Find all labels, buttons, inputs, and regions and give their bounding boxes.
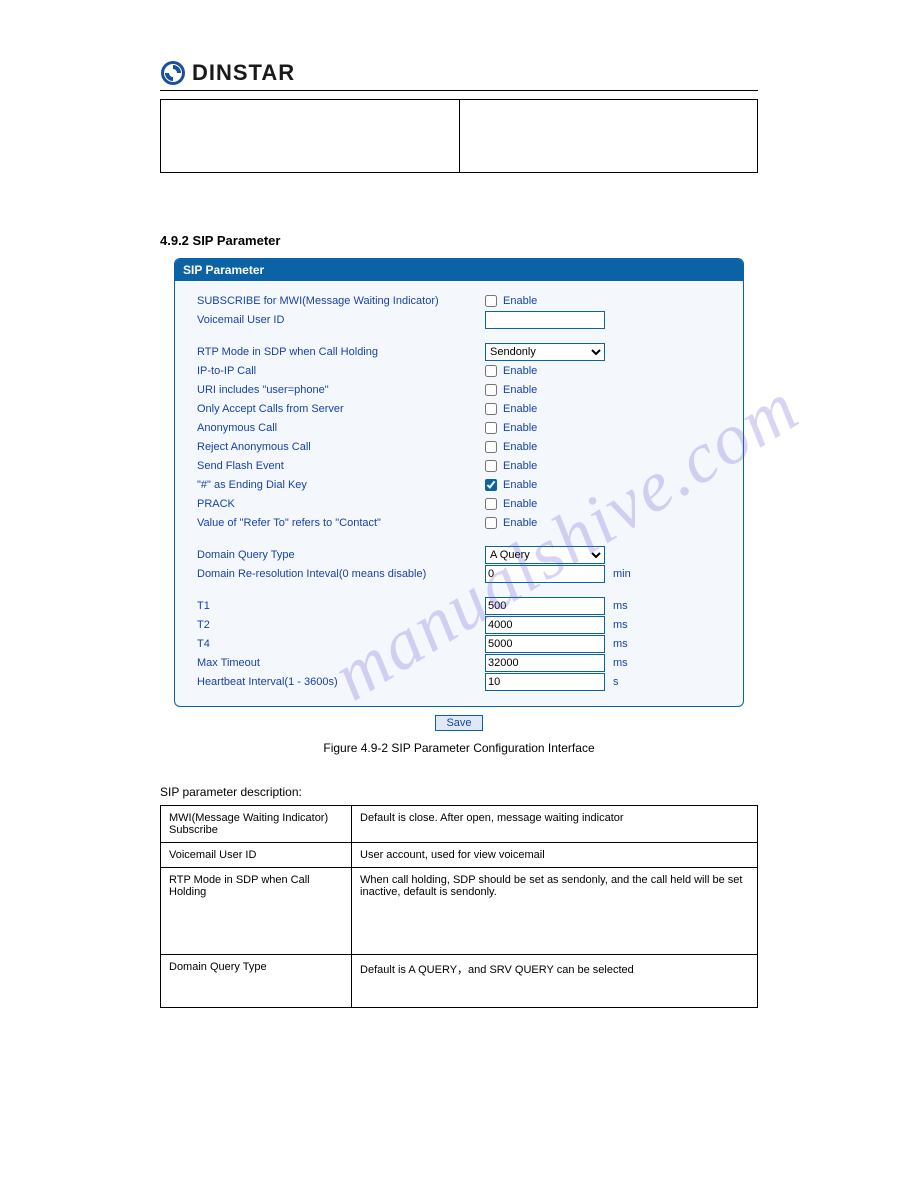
- top-table-cell-1: [161, 100, 460, 173]
- desc-cell: MWI(Message Waiting Indicator) Subscribe: [161, 806, 352, 843]
- unit-t4: ms: [613, 638, 628, 650]
- desc-table: MWI(Message Waiting Indicator) Subscribe…: [160, 805, 758, 1008]
- save-button[interactable]: Save: [435, 715, 482, 731]
- section-heading: 4.9.2 SIP Parameter: [160, 233, 758, 248]
- desc-cell: Domain Query Type: [161, 955, 352, 1008]
- row-t2: T2 ms: [197, 616, 721, 634]
- input-max-timeout[interactable]: [485, 654, 605, 672]
- input-t2[interactable]: [485, 616, 605, 634]
- unit-domain-reres: min: [613, 568, 631, 580]
- row-domain-query: Domain Query Type A Query: [197, 546, 721, 564]
- row-reject-anon: Reject Anonymous Call Enable: [197, 438, 721, 456]
- row-uri-userphone: URI includes "user=phone" Enable: [197, 381, 721, 399]
- table-row: Domain Query Type Default is A QUERY，and…: [161, 955, 758, 1008]
- checkbox-anon-call[interactable]: [485, 422, 497, 434]
- label-reject-anon: Reject Anonymous Call: [197, 441, 485, 453]
- unit-t2: ms: [613, 619, 628, 631]
- label-send-flash: Send Flash Event: [197, 460, 485, 472]
- desc-cell: Voicemail User ID: [161, 843, 352, 868]
- input-domain-reres[interactable]: [485, 565, 605, 583]
- label-domain-reres: Domain Re-resolution Inteval(0 means dis…: [197, 568, 485, 580]
- table-row: Voicemail User ID User account, used for…: [161, 843, 758, 868]
- checklabel-uri-userphone: Enable: [503, 384, 537, 396]
- label-domain-query: Domain Query Type: [197, 549, 485, 561]
- row-subscribe-mwi: SUBSCRIBE for MWI(Message Waiting Indica…: [197, 292, 721, 310]
- row-refer-contact: Value of "Refer To" refers to "Contact" …: [197, 514, 721, 532]
- label-anon-call: Anonymous Call: [197, 422, 485, 434]
- label-heartbeat: Heartbeat Interval(1 - 3600s): [197, 676, 485, 688]
- checklabel-send-flash: Enable: [503, 460, 537, 472]
- desc-cell: Default is close. After open, message wa…: [352, 806, 758, 843]
- table-row: RTP Mode in SDP when Call Holding When c…: [161, 868, 758, 955]
- label-refer-contact: Value of "Refer To" refers to "Contact": [197, 517, 485, 529]
- page-header: DINSTAR: [160, 60, 758, 91]
- row-rtp-mode: RTP Mode in SDP when Call Holding Sendon…: [197, 343, 721, 361]
- row-heartbeat: Heartbeat Interval(1 - 3600s) s: [197, 673, 721, 691]
- label-rtp-mode: RTP Mode in SDP when Call Holding: [197, 346, 485, 358]
- row-prack: PRACK Enable: [197, 495, 721, 513]
- input-t4[interactable]: [485, 635, 605, 653]
- desc-cell: Default is A QUERY，and SRV QUERY can be …: [352, 955, 758, 1008]
- checkbox-hash-end[interactable]: [485, 479, 497, 491]
- row-anon-call: Anonymous Call Enable: [197, 419, 721, 437]
- brand-logo: DINSTAR: [160, 60, 295, 86]
- checkbox-subscribe-mwi[interactable]: [485, 295, 497, 307]
- checkbox-send-flash[interactable]: [485, 460, 497, 472]
- label-ip-to-ip: IP-to-IP Call: [197, 365, 485, 377]
- row-voicemail-uid: Voicemail User ID: [197, 311, 721, 329]
- checklabel-ip-to-ip: Enable: [503, 365, 537, 377]
- label-only-accept: Only Accept Calls from Server: [197, 403, 485, 415]
- row-send-flash: Send Flash Event Enable: [197, 457, 721, 475]
- panel-title: SIP Parameter: [175, 259, 743, 281]
- checkbox-only-accept[interactable]: [485, 403, 497, 415]
- label-t2: T2: [197, 619, 485, 631]
- row-only-accept: Only Accept Calls from Server Enable: [197, 400, 721, 418]
- row-t4: T4 ms: [197, 635, 721, 653]
- desc-cell: User account, used for view voicemail: [352, 843, 758, 868]
- label-prack: PRACK: [197, 498, 485, 510]
- top-table-cell-2: [459, 100, 758, 173]
- input-t1[interactable]: [485, 597, 605, 615]
- checklabel-hash-end: Enable: [503, 479, 537, 491]
- label-subscribe-mwi: SUBSCRIBE for MWI(Message Waiting Indica…: [197, 295, 485, 307]
- checkbox-ip-to-ip[interactable]: [485, 365, 497, 377]
- checkbox-uri-userphone[interactable]: [485, 384, 497, 396]
- row-ip-to-ip: IP-to-IP Call Enable: [197, 362, 721, 380]
- checklabel-anon-call: Enable: [503, 422, 537, 434]
- checklabel-prack: Enable: [503, 498, 537, 510]
- figure-caption: Figure 4.9-2 SIP Parameter Configuration…: [160, 741, 758, 755]
- input-heartbeat[interactable]: [485, 673, 605, 691]
- label-t4: T4: [197, 638, 485, 650]
- label-uri-userphone: URI includes "user=phone": [197, 384, 485, 396]
- label-t1: T1: [197, 600, 485, 612]
- brand-icon: [160, 60, 186, 86]
- row-max-timeout: Max Timeout ms: [197, 654, 721, 672]
- checklabel-reject-anon: Enable: [503, 441, 537, 453]
- row-t1: T1 ms: [197, 597, 721, 615]
- top-empty-table: [160, 99, 758, 173]
- row-hash-end: "#" as Ending Dial Key Enable: [197, 476, 721, 494]
- checkbox-reject-anon[interactable]: [485, 441, 497, 453]
- checklabel-only-accept: Enable: [503, 403, 537, 415]
- select-rtp-mode[interactable]: Sendonly: [485, 343, 605, 361]
- checkbox-refer-contact[interactable]: [485, 517, 497, 529]
- checklabel-refer-contact: Enable: [503, 517, 537, 529]
- sip-parameter-panel: SIP Parameter SUBSCRIBE for MWI(Message …: [174, 258, 744, 707]
- row-domain-reres: Domain Re-resolution Inteval(0 means dis…: [197, 565, 721, 583]
- input-voicemail-uid[interactable]: [485, 311, 605, 329]
- label-hash-end: "#" as Ending Dial Key: [197, 479, 485, 491]
- unit-heartbeat: s: [613, 676, 619, 688]
- checklabel-subscribe-mwi: Enable: [503, 295, 537, 307]
- desc-cell: RTP Mode in SDP when Call Holding: [161, 868, 352, 955]
- select-domain-query[interactable]: A Query: [485, 546, 605, 564]
- label-max-timeout: Max Timeout: [197, 657, 485, 669]
- checkbox-prack[interactable]: [485, 498, 497, 510]
- desc-title: SIP parameter description:: [160, 785, 758, 799]
- table-row: MWI(Message Waiting Indicator) Subscribe…: [161, 806, 758, 843]
- brand-text: DINSTAR: [192, 60, 295, 86]
- desc-cell: When call holding, SDP should be set as …: [352, 868, 758, 955]
- unit-t1: ms: [613, 600, 628, 612]
- label-voicemail-uid: Voicemail User ID: [197, 314, 485, 326]
- unit-max-timeout: ms: [613, 657, 628, 669]
